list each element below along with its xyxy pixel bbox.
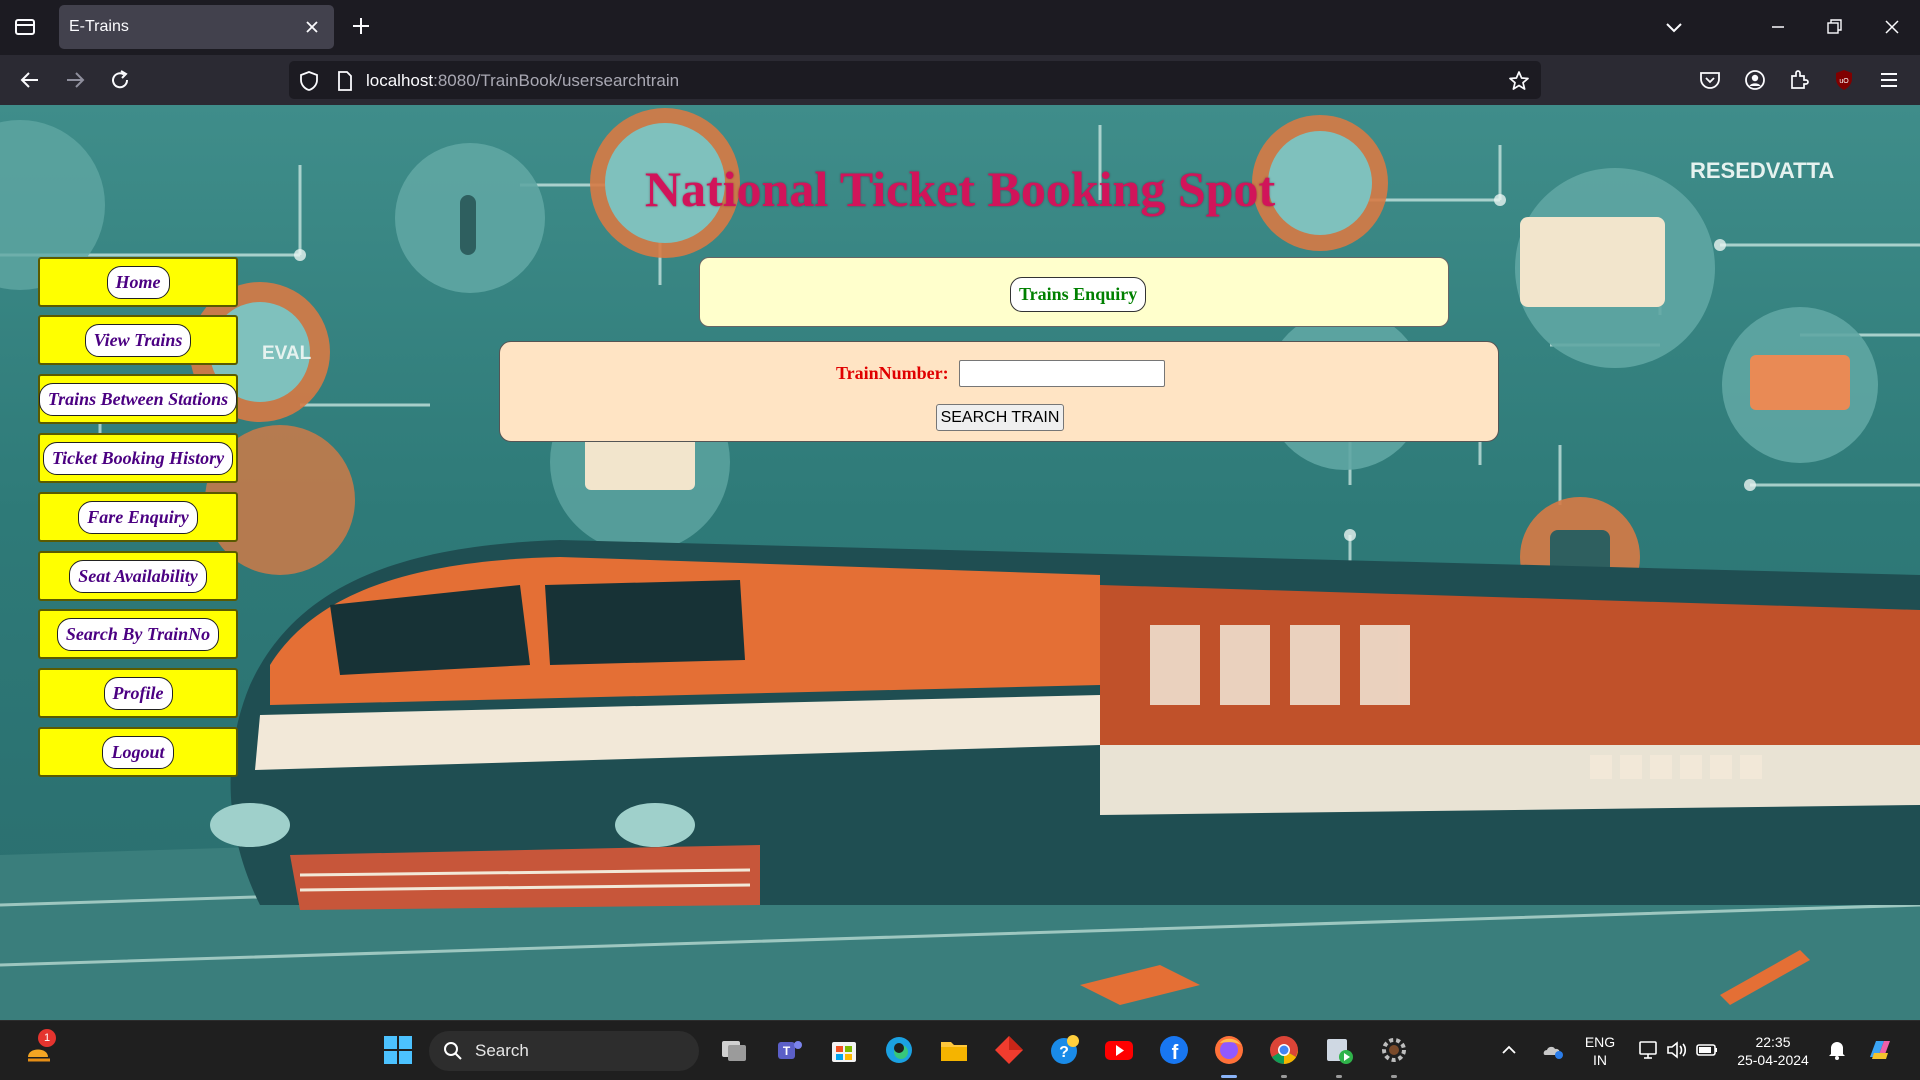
language-code: ENG bbox=[1584, 1034, 1616, 1050]
copilot-icon[interactable] bbox=[1864, 1035, 1894, 1065]
extensions-icon[interactable] bbox=[1786, 67, 1812, 93]
settings-gear-icon[interactable] bbox=[1377, 1033, 1411, 1067]
network-icon[interactable] bbox=[1636, 1037, 1662, 1063]
facebook-icon[interactable]: f bbox=[1157, 1033, 1191, 1067]
menu-item-trains-between-stations[interactable]: Trains Between Stations bbox=[38, 374, 238, 424]
chrome-running-indicator bbox=[1281, 1075, 1287, 1078]
url-text[interactable]: localhost:8080/TrainBook/usersearchtrain bbox=[366, 71, 679, 91]
help-app-icon[interactable]: ? bbox=[1047, 1033, 1081, 1067]
browser-navigation-bar: localhost:8080/TrainBook/usersearchtrain… bbox=[0, 55, 1920, 105]
pocket-icon[interactable] bbox=[1697, 67, 1723, 93]
firefox-active-indicator bbox=[1221, 1075, 1237, 1078]
reload-icon[interactable] bbox=[107, 67, 133, 93]
search-icon bbox=[443, 1041, 463, 1061]
new-tab-icon[interactable] bbox=[349, 14, 373, 38]
close-tab-icon[interactable] bbox=[302, 17, 322, 37]
tab-title: E-Trains bbox=[69, 18, 129, 35]
menu-link-logout[interactable]: Logout bbox=[102, 735, 174, 769]
chrome-icon[interactable] bbox=[1267, 1033, 1301, 1067]
svg-text:?: ? bbox=[1059, 1044, 1069, 1061]
edge-icon[interactable] bbox=[882, 1033, 916, 1067]
menu-link-home[interactable]: Home bbox=[106, 265, 170, 299]
page-info-icon[interactable] bbox=[334, 70, 356, 92]
svg-text:T: T bbox=[783, 1044, 791, 1058]
language-indicator[interactable]: ENG IN bbox=[1578, 1033, 1622, 1069]
back-arrow-icon[interactable] bbox=[17, 67, 43, 93]
background-left-sign-text: EVAL bbox=[262, 343, 312, 364]
restore-icon[interactable] bbox=[1820, 13, 1848, 41]
train-number-input[interactable] bbox=[959, 360, 1165, 387]
settings-running-indicator bbox=[1391, 1075, 1397, 1078]
list-all-tabs-icon[interactable] bbox=[12, 14, 38, 40]
windows-taskbar: 1 Search T ? f ENG IN 22:35 25-04-2024 bbox=[0, 1020, 1920, 1080]
menu-item-profile[interactable]: Profile bbox=[38, 668, 238, 718]
windows-start-icon[interactable] bbox=[381, 1033, 415, 1067]
menu-link-seat-availability[interactable]: Seat Availability bbox=[69, 559, 207, 593]
clock-date: 25-04-2024 bbox=[1737, 1052, 1809, 1068]
file-explorer-icon[interactable] bbox=[937, 1033, 971, 1067]
notification-badge: 1 bbox=[38, 1029, 56, 1047]
menu-item-seat-availability[interactable]: Seat Availability bbox=[38, 551, 238, 601]
menu-link-profile[interactable]: Profile bbox=[103, 676, 173, 710]
page-title: National Ticket Booking Spot bbox=[644, 161, 1276, 217]
train-number-label: TrainNumber: bbox=[836, 363, 949, 383]
menu-item-ticket-booking-history[interactable]: Ticket Booking History bbox=[38, 433, 238, 483]
menu-item-fare-enquiry[interactable]: Fare Enquiry bbox=[38, 492, 238, 542]
clock[interactable]: 22:35 25-04-2024 bbox=[1728, 1033, 1818, 1069]
taskbar-search-box[interactable]: Search bbox=[429, 1031, 699, 1071]
firefox-icon[interactable] bbox=[1212, 1033, 1246, 1067]
url-path: :8080/TrainBook/usersearchtrain bbox=[433, 71, 680, 90]
menu-item-search-by-trainno[interactable]: Search By TrainNo bbox=[38, 609, 238, 659]
menu-link-ticket-booking-history[interactable]: Ticket Booking History bbox=[42, 441, 234, 475]
chevron-down-icon[interactable] bbox=[1662, 15, 1686, 39]
menu-link-search-by-trainno[interactable]: Search By TrainNo bbox=[56, 617, 220, 651]
bookmark-star-icon[interactable] bbox=[1507, 69, 1531, 93]
task-view-icon[interactable] bbox=[717, 1033, 751, 1067]
media-app-icon[interactable] bbox=[1322, 1033, 1356, 1067]
svg-text:uO: uO bbox=[1839, 78, 1849, 85]
search-train-form: TrainNumber: SEARCH TRAIN bbox=[499, 341, 1499, 442]
minimize-icon[interactable] bbox=[1764, 13, 1792, 41]
menu-link-trains-between-stations[interactable]: Trains Between Stations bbox=[38, 382, 238, 416]
account-icon[interactable] bbox=[1742, 67, 1768, 93]
taskbar-search-label: Search bbox=[475, 1041, 529, 1060]
search-train-button[interactable]: SEARCH TRAIN bbox=[936, 404, 1064, 431]
svg-text:f: f bbox=[1172, 1042, 1179, 1064]
region-code: IN bbox=[1593, 1052, 1607, 1068]
onedrive-icon[interactable] bbox=[1540, 1037, 1566, 1063]
browser-tab-bar: E-Trains bbox=[0, 0, 1920, 55]
address-bar[interactable]: localhost:8080/TrainBook/usersearchtrain bbox=[289, 61, 1541, 99]
menu-item-home[interactable]: Home bbox=[38, 257, 238, 307]
menu-item-view-trains[interactable]: View Trains bbox=[38, 315, 238, 365]
clock-time: 22:35 bbox=[1755, 1034, 1791, 1050]
url-host: localhost bbox=[366, 71, 434, 90]
trains-enquiry-panel: Trains Enquiry bbox=[699, 257, 1449, 327]
chevron-up-icon[interactable] bbox=[1496, 1037, 1522, 1063]
ublock-origin-icon[interactable]: uO bbox=[1831, 67, 1857, 93]
git-app-icon[interactable] bbox=[992, 1033, 1026, 1067]
volume-icon[interactable] bbox=[1664, 1037, 1690, 1063]
web-page: RESEDVATTA EVAL National Ticket Booking … bbox=[0, 105, 1920, 1020]
trains-enquiry-title: Trains Enquiry bbox=[1010, 277, 1147, 312]
microsoft-store-icon[interactable] bbox=[827, 1033, 861, 1067]
tracking-shield-icon[interactable] bbox=[298, 70, 320, 92]
menu-link-fare-enquiry[interactable]: Fare Enquiry bbox=[78, 500, 198, 534]
media-running-indicator bbox=[1336, 1075, 1342, 1078]
browser-tab[interactable]: E-Trains bbox=[59, 5, 334, 49]
youtube-icon[interactable] bbox=[1102, 1033, 1136, 1067]
teams-icon[interactable]: T bbox=[772, 1033, 806, 1067]
menu-hamburger-icon[interactable] bbox=[1876, 67, 1902, 93]
notification-bell-icon[interactable] bbox=[1824, 1037, 1850, 1063]
menu-item-logout[interactable]: Logout bbox=[38, 727, 238, 777]
battery-icon[interactable] bbox=[1694, 1037, 1720, 1063]
railway-background-illustration: RESEDVATTA EVAL bbox=[0, 108, 1920, 1020]
menu-link-view-trains[interactable]: View Trains bbox=[84, 323, 192, 357]
close-window-icon[interactable] bbox=[1878, 13, 1906, 41]
forward-arrow-icon[interactable] bbox=[62, 67, 88, 93]
